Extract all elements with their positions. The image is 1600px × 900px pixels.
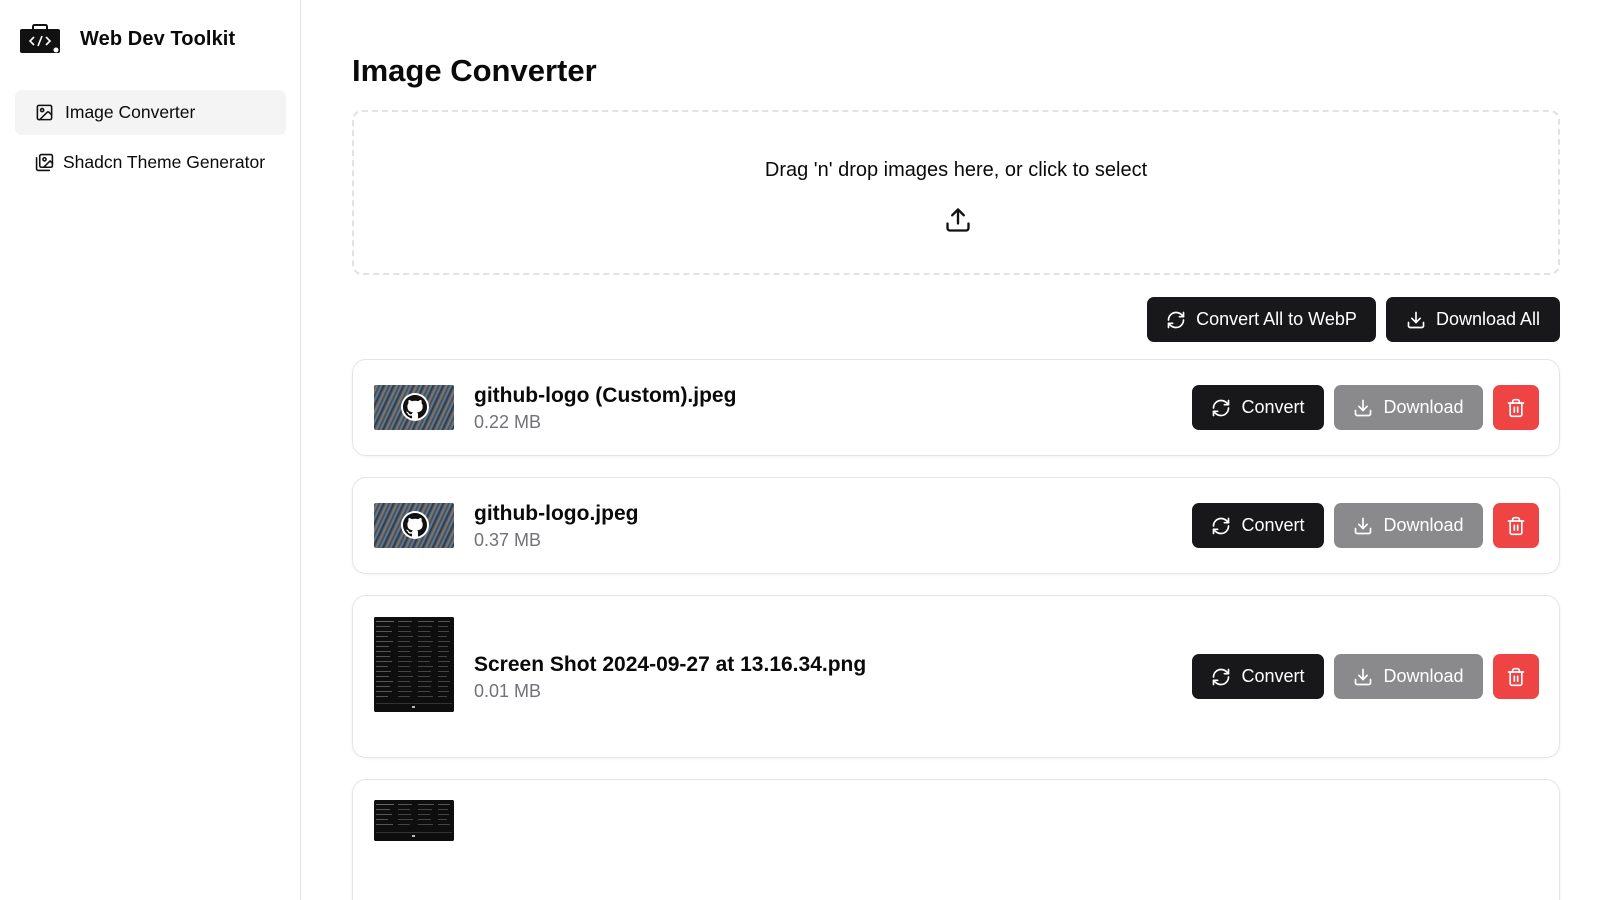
images-icon	[35, 153, 54, 172]
file-actions: Convert Download	[1192, 503, 1539, 548]
file-thumbnail	[374, 503, 454, 548]
delete-button[interactable]	[1493, 654, 1539, 699]
file-info: Screen Shot 2024-09-27 at 13.16.34.png 0…	[474, 653, 866, 702]
file-actions: Convert Download	[1192, 654, 1539, 699]
refresh-icon	[1213, 668, 1230, 685]
convert-label: Convert	[1241, 666, 1305, 686]
convert-all-label: Convert All to WebP	[1196, 309, 1357, 329]
download-all-button[interactable]: Download All	[1386, 297, 1560, 342]
image-dropzone[interactable]: Drag 'n' drop images here, or click to s…	[352, 110, 1560, 275]
sidebar-item-shadcn-theme-generator[interactable]: Shadcn Theme Generator	[15, 140, 286, 185]
download-icon	[1407, 311, 1425, 328]
file-name: github-logo (Custom).jpeg	[474, 384, 737, 407]
file-size: 0.22 MB	[474, 412, 542, 432]
github-logo-icon	[401, 393, 429, 421]
refresh-icon	[1167, 311, 1185, 328]
file-size: 0.37 MB	[474, 530, 542, 550]
file-info: github-logo (Custom).jpeg 0.22 MB	[474, 384, 736, 433]
upload-icon	[946, 208, 970, 232]
github-logo-icon	[401, 511, 429, 539]
download-button[interactable]: Download	[1334, 503, 1483, 548]
download-label: Download	[1383, 666, 1464, 686]
page-title: Image Converter	[352, 53, 597, 88]
sidebar: Web Dev Toolkit Image Converter Shadcn T…	[0, 0, 301, 900]
file-thumbnail	[374, 800, 454, 841]
app-title: Web Dev Toolkit	[80, 27, 236, 50]
download-label: Download	[1383, 397, 1464, 417]
delete-button[interactable]	[1493, 503, 1539, 548]
delete-button[interactable]	[1493, 385, 1539, 430]
trash-icon	[1507, 398, 1525, 417]
convert-button[interactable]: Convert	[1192, 503, 1324, 548]
download-icon	[1355, 399, 1372, 416]
file-actions: Convert Download	[1192, 385, 1539, 430]
file-card: github-logo.jpeg 0.37 MB Convert Downloa…	[352, 477, 1560, 574]
download-button[interactable]: Download	[1334, 385, 1483, 430]
file-info: github-logo.jpeg 0.37 MB	[474, 502, 638, 551]
file-name: Screen Shot 2024-09-27 at 13.16.34.png	[474, 653, 867, 676]
file-thumbnail	[374, 385, 454, 430]
screenshot-preview-graphic	[374, 617, 454, 712]
file-name: github-logo.jpeg	[474, 502, 639, 525]
toolbox-logo-icon	[20, 24, 60, 53]
convert-all-button[interactable]: Convert All to WebP	[1147, 297, 1376, 342]
convert-button[interactable]: Convert	[1192, 654, 1324, 699]
download-all-label: Download All	[1435, 309, 1541, 329]
convert-label: Convert	[1241, 397, 1305, 417]
screenshot-preview-graphic	[374, 800, 454, 841]
trash-icon	[1507, 667, 1525, 686]
download-button[interactable]: Download	[1334, 654, 1483, 699]
bulk-actions: Convert All to WebP Download All	[1147, 297, 1560, 342]
convert-button[interactable]: Convert	[1192, 385, 1324, 430]
file-thumbnail	[374, 617, 454, 712]
sidebar-item-label: Shadcn Theme Generator	[63, 152, 266, 172]
file-card	[352, 779, 1560, 900]
convert-label: Convert	[1241, 515, 1305, 535]
brand[interactable]: Web Dev Toolkit	[20, 24, 235, 54]
dropzone-text: Drag 'n' drop images here, or click to s…	[764, 159, 1148, 181]
refresh-icon	[1213, 399, 1230, 416]
download-icon	[1355, 668, 1372, 685]
sidebar-nav: Image Converter Shadcn Theme Generator	[15, 90, 286, 185]
download-label: Download	[1383, 515, 1464, 535]
trash-icon	[1507, 516, 1525, 535]
refresh-icon	[1213, 517, 1230, 534]
file-card: github-logo (Custom).jpeg 0.22 MB Conver…	[352, 359, 1560, 456]
file-card: Screen Shot 2024-09-27 at 13.16.34.png 0…	[352, 595, 1560, 758]
file-size: 0.01 MB	[474, 681, 542, 701]
sidebar-item-image-converter[interactable]: Image Converter	[15, 90, 286, 135]
image-icon	[35, 103, 54, 122]
sidebar-item-label: Image Converter	[65, 102, 196, 122]
download-icon	[1355, 517, 1372, 534]
